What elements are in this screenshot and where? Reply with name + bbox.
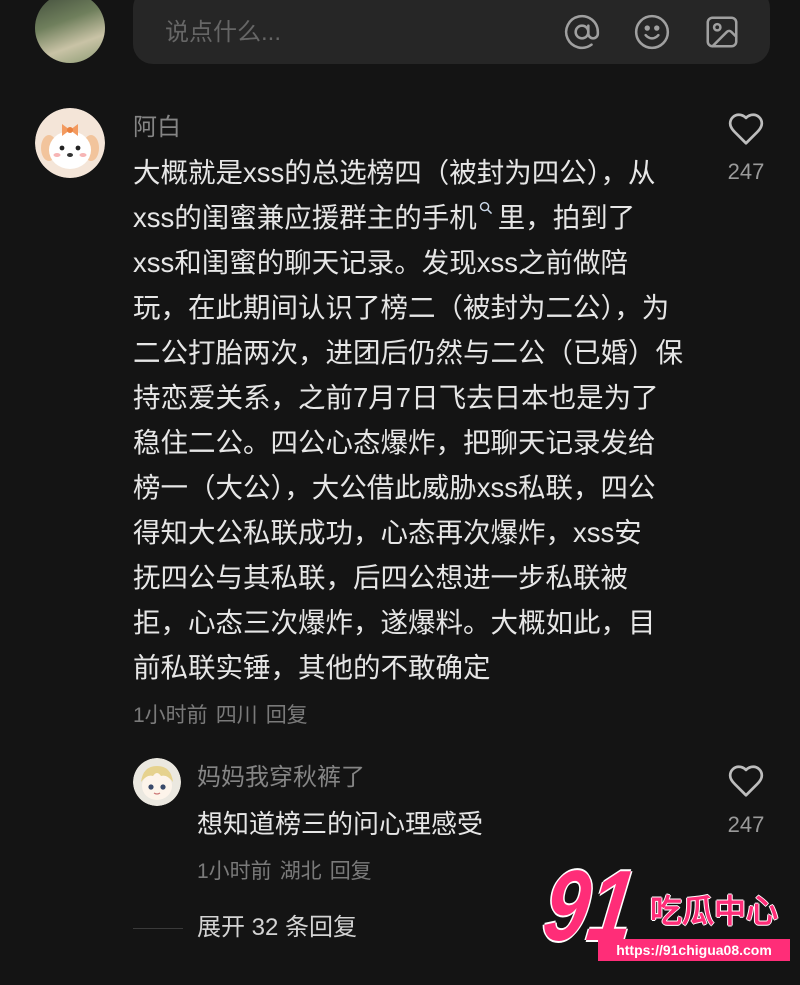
comment-text-line: 持恋爱关系，之前7月7日飞去日本也是为了 <box>133 382 659 413</box>
comment-text-line: 大概就是xss的总选榜四（被封为四公），从 <box>133 157 656 188</box>
comment-text-segment: xss的闺蜜兼应援群主的手机 <box>133 202 477 233</box>
comment-text-line: 玩，在此期间认识了榜二（被封为二公），为 <box>133 292 670 323</box>
reply-author[interactable]: 妈妈我穿秋裤了 <box>197 764 365 792</box>
comment-text-line: 榜一（大公），大公借此威胁xss私联，四公 <box>133 472 656 503</box>
reply-text: 想知道榜三的问心理感受 <box>197 809 484 839</box>
reply-like-count: 247 <box>727 812 765 837</box>
comment-text-segment: 里，拍到了 <box>497 202 636 233</box>
reply-location: 湖北 <box>279 860 322 883</box>
commenter-avatar[interactable] <box>35 108 105 178</box>
like-count: 247 <box>727 159 765 184</box>
comment-composer[interactable] <box>133 0 770 64</box>
reply-like-heart-icon[interactable] <box>726 762 766 800</box>
comment-text-line: 二公打胎两次，进团后仍然与二公（已婚）保 <box>133 337 683 368</box>
at-icon[interactable] <box>563 13 601 51</box>
reply-reply-button[interactable]: 回复 <box>330 860 372 883</box>
comment-text-line: 前私联实锤，其他的不敢确定 <box>133 652 491 683</box>
comment-author[interactable]: 阿白 <box>133 114 181 142</box>
reply-meta: 1小时前 湖北 回复 <box>197 859 380 885</box>
like-heart-icon[interactable] <box>726 110 766 148</box>
current-user-avatar[interactable] <box>35 0 105 63</box>
comment-text-line: 稳住二公。四公心态爆炸，把聊天记录发给 <box>133 427 656 458</box>
reply-time: 1小时前 <box>197 860 272 883</box>
emoji-icon[interactable] <box>633 13 671 51</box>
comment-text-line: xss的闺蜜兼应援群主的手机 里，拍到了 <box>133 195 683 240</box>
comment-text-line: xss和闺蜜的聊天记录。发现xss之前做陪 <box>133 247 628 278</box>
comment-meta: 1小时前 四川 回复 <box>133 703 316 729</box>
comment-input[interactable] <box>165 13 545 53</box>
watermark-title: 吃瓜中心 <box>650 893 779 929</box>
comment-text-line: 得知大公私联成功，心态再次爆炸，xss安 <box>133 517 642 548</box>
reply-author-avatar[interactable] <box>133 758 181 806</box>
expand-replies-button[interactable]: 展开 32 条回复 <box>197 914 357 942</box>
expand-divider <box>133 928 183 929</box>
comment-text-line: 拒，心态三次爆炸，遂爆料。大概如此，目 <box>133 607 656 638</box>
comment-text-line: 抚四公与其私联，后四公想进一步私联被 <box>133 562 628 593</box>
watermark-url: https://91chigua08.com <box>598 939 790 961</box>
search-keyword-icon[interactable] <box>479 201 492 214</box>
comment-location: 四川 <box>215 704 258 727</box>
comment-time: 1小时前 <box>133 704 208 727</box>
comment-body: 大概就是xss的总选榜四（被封为四公），从 xss的闺蜜兼应援群主的手机 里，拍到… <box>133 150 683 690</box>
image-icon[interactable] <box>703 13 741 51</box>
reply-button[interactable]: 回复 <box>266 704 308 727</box>
